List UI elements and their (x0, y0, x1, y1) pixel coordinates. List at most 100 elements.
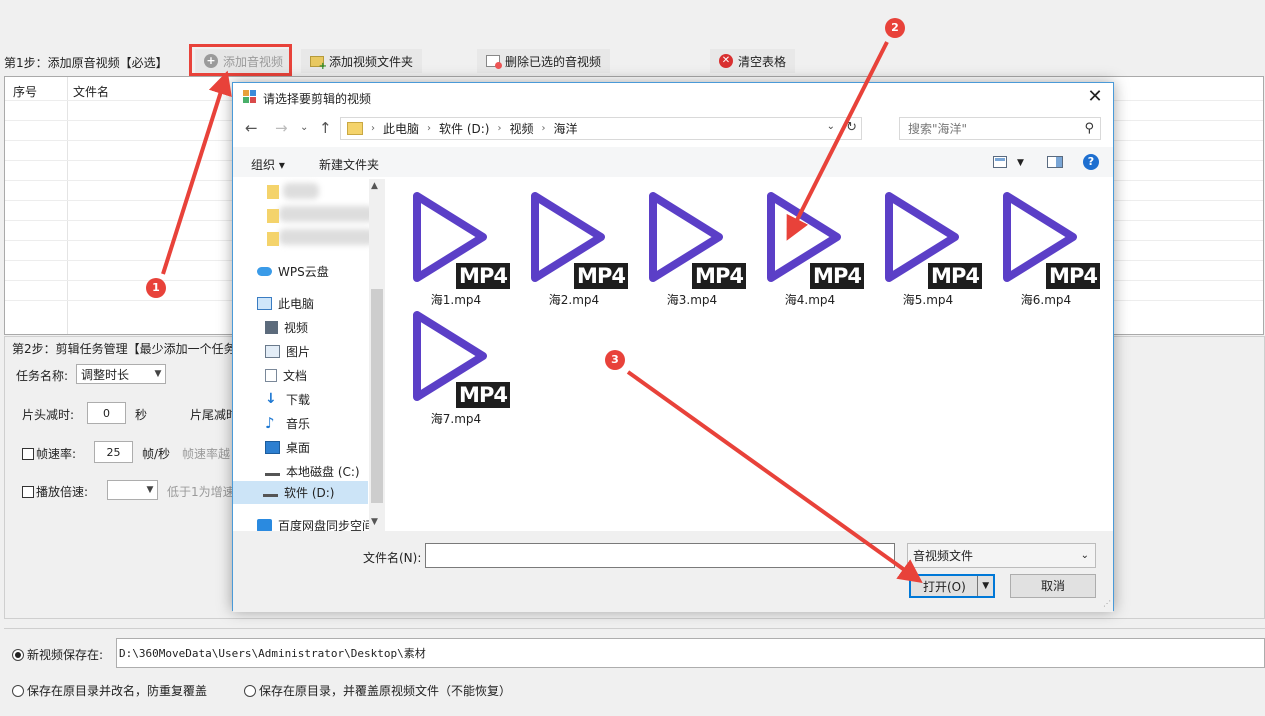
add-video-folder-button[interactable]: 添加视频文件夹 (301, 49, 423, 73)
breadcrumb-item[interactable]: 视频 (509, 120, 533, 137)
nav-item-music[interactable]: ♪ 音乐 (265, 415, 310, 432)
file-name: 海6.mp4 (1020, 293, 1072, 307)
speed-select[interactable]: ▼ (107, 480, 158, 500)
nav-item-downloads[interactable]: ↓ 下载 (265, 391, 310, 408)
recent-dropdown-icon[interactable]: ⌄ (300, 122, 308, 133)
mp4-badge: MP4 (692, 263, 746, 289)
folder-icon (347, 122, 363, 135)
nav-item-desktop[interactable]: 桌面 (265, 439, 310, 456)
save-rename-radio[interactable]: 保存在原目录并改名，防重复覆盖 (12, 682, 207, 699)
file-item[interactable]: MP4 海1.mp4 (404, 187, 510, 307)
file-item[interactable]: MP4 海2.mp4 (522, 187, 628, 307)
step1-label: 第1步：添加原音视频【必选】 (4, 56, 168, 70)
checkbox-icon (22, 486, 34, 498)
app-icon (243, 90, 256, 103)
file-item[interactable]: MP4 海5.mp4 (876, 187, 982, 307)
file-type-select[interactable]: 音视频文件 ⌄ (907, 543, 1096, 568)
organize-button[interactable]: 组织 ▾ (251, 156, 285, 173)
help-icon[interactable]: ? (1083, 154, 1099, 170)
address-bar[interactable]: › 此电脑 › 软件 (D:) › 视频 › 海洋 ⌄ ↻ (340, 117, 862, 140)
pictures-icon (265, 345, 280, 358)
frame-rate-input[interactable]: 25 (94, 441, 133, 463)
chevron-down-icon[interactable]: ⌄ (827, 121, 835, 132)
breadcrumb-item[interactable]: 软件 (D:) (439, 120, 489, 137)
nav-item-this-pc[interactable]: 此电脑 (257, 295, 314, 312)
tail-cut-label: 片尾减时 (190, 408, 239, 422)
speed-checkbox[interactable]: 播放倍速: (22, 483, 88, 500)
seconds-unit: 秒 (135, 408, 148, 422)
blurred-item (283, 183, 319, 199)
breadcrumb-item[interactable]: 海洋 (554, 120, 578, 137)
search-input[interactable]: 搜索"海洋" ⚲ (899, 117, 1101, 140)
task-name-value: 调整时长 (81, 367, 130, 382)
breadcrumb-item[interactable]: 此电脑 (383, 120, 419, 137)
save-path-input[interactable]: D:\360MoveData\Users\Administrator\Deskt… (116, 638, 1265, 668)
back-arrow-icon[interactable]: ← (245, 119, 258, 137)
save-overwrite-label: 保存在原目录，并覆盖原视频文件（不能恢复） (259, 684, 512, 698)
frame-rate-checkbox[interactable]: 帧速率: (22, 445, 76, 462)
delete-selected-label: 删除已选的音视频 (505, 54, 602, 69)
col-filename-header[interactable]: 文件名 (73, 83, 109, 100)
open-dropdown-icon[interactable]: ▼ (978, 581, 993, 591)
save-rename-label: 保存在原目录并改名，防重复覆盖 (27, 684, 208, 698)
nav-item-software-d[interactable]: 软件 (D:) (233, 481, 368, 504)
music-icon: ♪ (265, 414, 275, 432)
chevron-down-icon[interactable]: ▼ (371, 517, 378, 527)
nav-item-local-disk-c[interactable]: 本地磁盘 (C:) (265, 463, 360, 480)
chevron-down-icon: ▼ (154, 369, 162, 379)
radio-icon (12, 685, 24, 697)
new-save-radio[interactable]: 新视频保存在: (12, 646, 103, 663)
nav-item-videos[interactable]: 视频 (265, 319, 308, 336)
close-icon[interactable]: ✕ (1085, 86, 1105, 108)
nav-item-documents[interactable]: 文档 (265, 367, 307, 384)
folder-icon (267, 185, 279, 199)
delete-selected-button[interactable]: 删除已选的音视频 (477, 49, 611, 73)
mp4-badge: MP4 (1046, 263, 1100, 289)
radio-icon (244, 685, 256, 697)
dialog-title: 请选择要剪辑的视频 (263, 92, 372, 106)
speed-hint: 低于1为增速 (167, 485, 235, 499)
head-cut-input[interactable]: 0 (87, 402, 126, 424)
open-button[interactable]: 打开(O) ▼ (909, 574, 995, 598)
frame-rate-hint: 帧速率越 (182, 447, 231, 461)
breadcrumb-separator-icon: › (497, 123, 502, 134)
col-index-header[interactable]: 序号 (13, 83, 37, 100)
new-folder-button[interactable]: 新建文件夹 (319, 156, 379, 173)
nav-item-wps-cloud[interactable]: WPS云盘 (257, 263, 329, 280)
file-name: 海7.mp4 (430, 412, 482, 426)
search-icon: ⚲ (1084, 121, 1094, 136)
resize-grip-icon[interactable]: ⋰ (1103, 599, 1111, 608)
nav-item-pictures[interactable]: 图片 (265, 343, 310, 360)
save-overwrite-radio[interactable]: 保存在原目录，并覆盖原视频文件（不能恢复） (244, 682, 511, 699)
task-name-select[interactable]: 调整时长 ▼ (76, 364, 166, 384)
clear-table-button[interactable]: ✕ 清空表格 (710, 49, 796, 73)
file-type-value: 音视频文件 (913, 549, 974, 563)
file-item[interactable]: MP4 海7.mp4 (404, 306, 510, 426)
view-options-icon[interactable] (993, 156, 1007, 168)
folder-icon (267, 232, 279, 246)
scrollbar-thumb[interactable] (371, 289, 383, 503)
nav-scrollbar[interactable]: ▲ ▼ (369, 179, 385, 531)
breadcrumb-separator-icon: › (427, 123, 432, 134)
preview-pane-icon[interactable] (1047, 156, 1063, 168)
file-item[interactable]: MP4 海4.mp4 (758, 187, 864, 307)
up-arrow-icon[interactable]: ↑ (319, 119, 332, 137)
filename-input[interactable] (425, 543, 895, 568)
refresh-icon[interactable]: ↻ (846, 120, 857, 135)
chevron-up-icon[interactable]: ▲ (371, 181, 378, 191)
forward-arrow-icon[interactable]: → (275, 119, 288, 137)
drive-icon (263, 489, 278, 497)
radio-selected-icon (12, 649, 24, 661)
document-icon (265, 369, 277, 382)
nav-item-label: 图片 (286, 345, 311, 359)
open-button-label: 打开(O) (923, 579, 966, 594)
file-item[interactable]: MP4 海6.mp4 (994, 187, 1100, 307)
computer-icon (257, 297, 272, 310)
chevron-down-icon[interactable]: ▼ (1017, 158, 1024, 168)
breadcrumb-separator-icon: › (371, 123, 375, 134)
checkbox-icon (22, 448, 34, 460)
cancel-button[interactable]: 取消 (1010, 574, 1096, 598)
highlight-box (189, 44, 292, 76)
file-item[interactable]: MP4 海3.mp4 (640, 187, 746, 307)
speed-label: 播放倍速: (36, 485, 89, 499)
